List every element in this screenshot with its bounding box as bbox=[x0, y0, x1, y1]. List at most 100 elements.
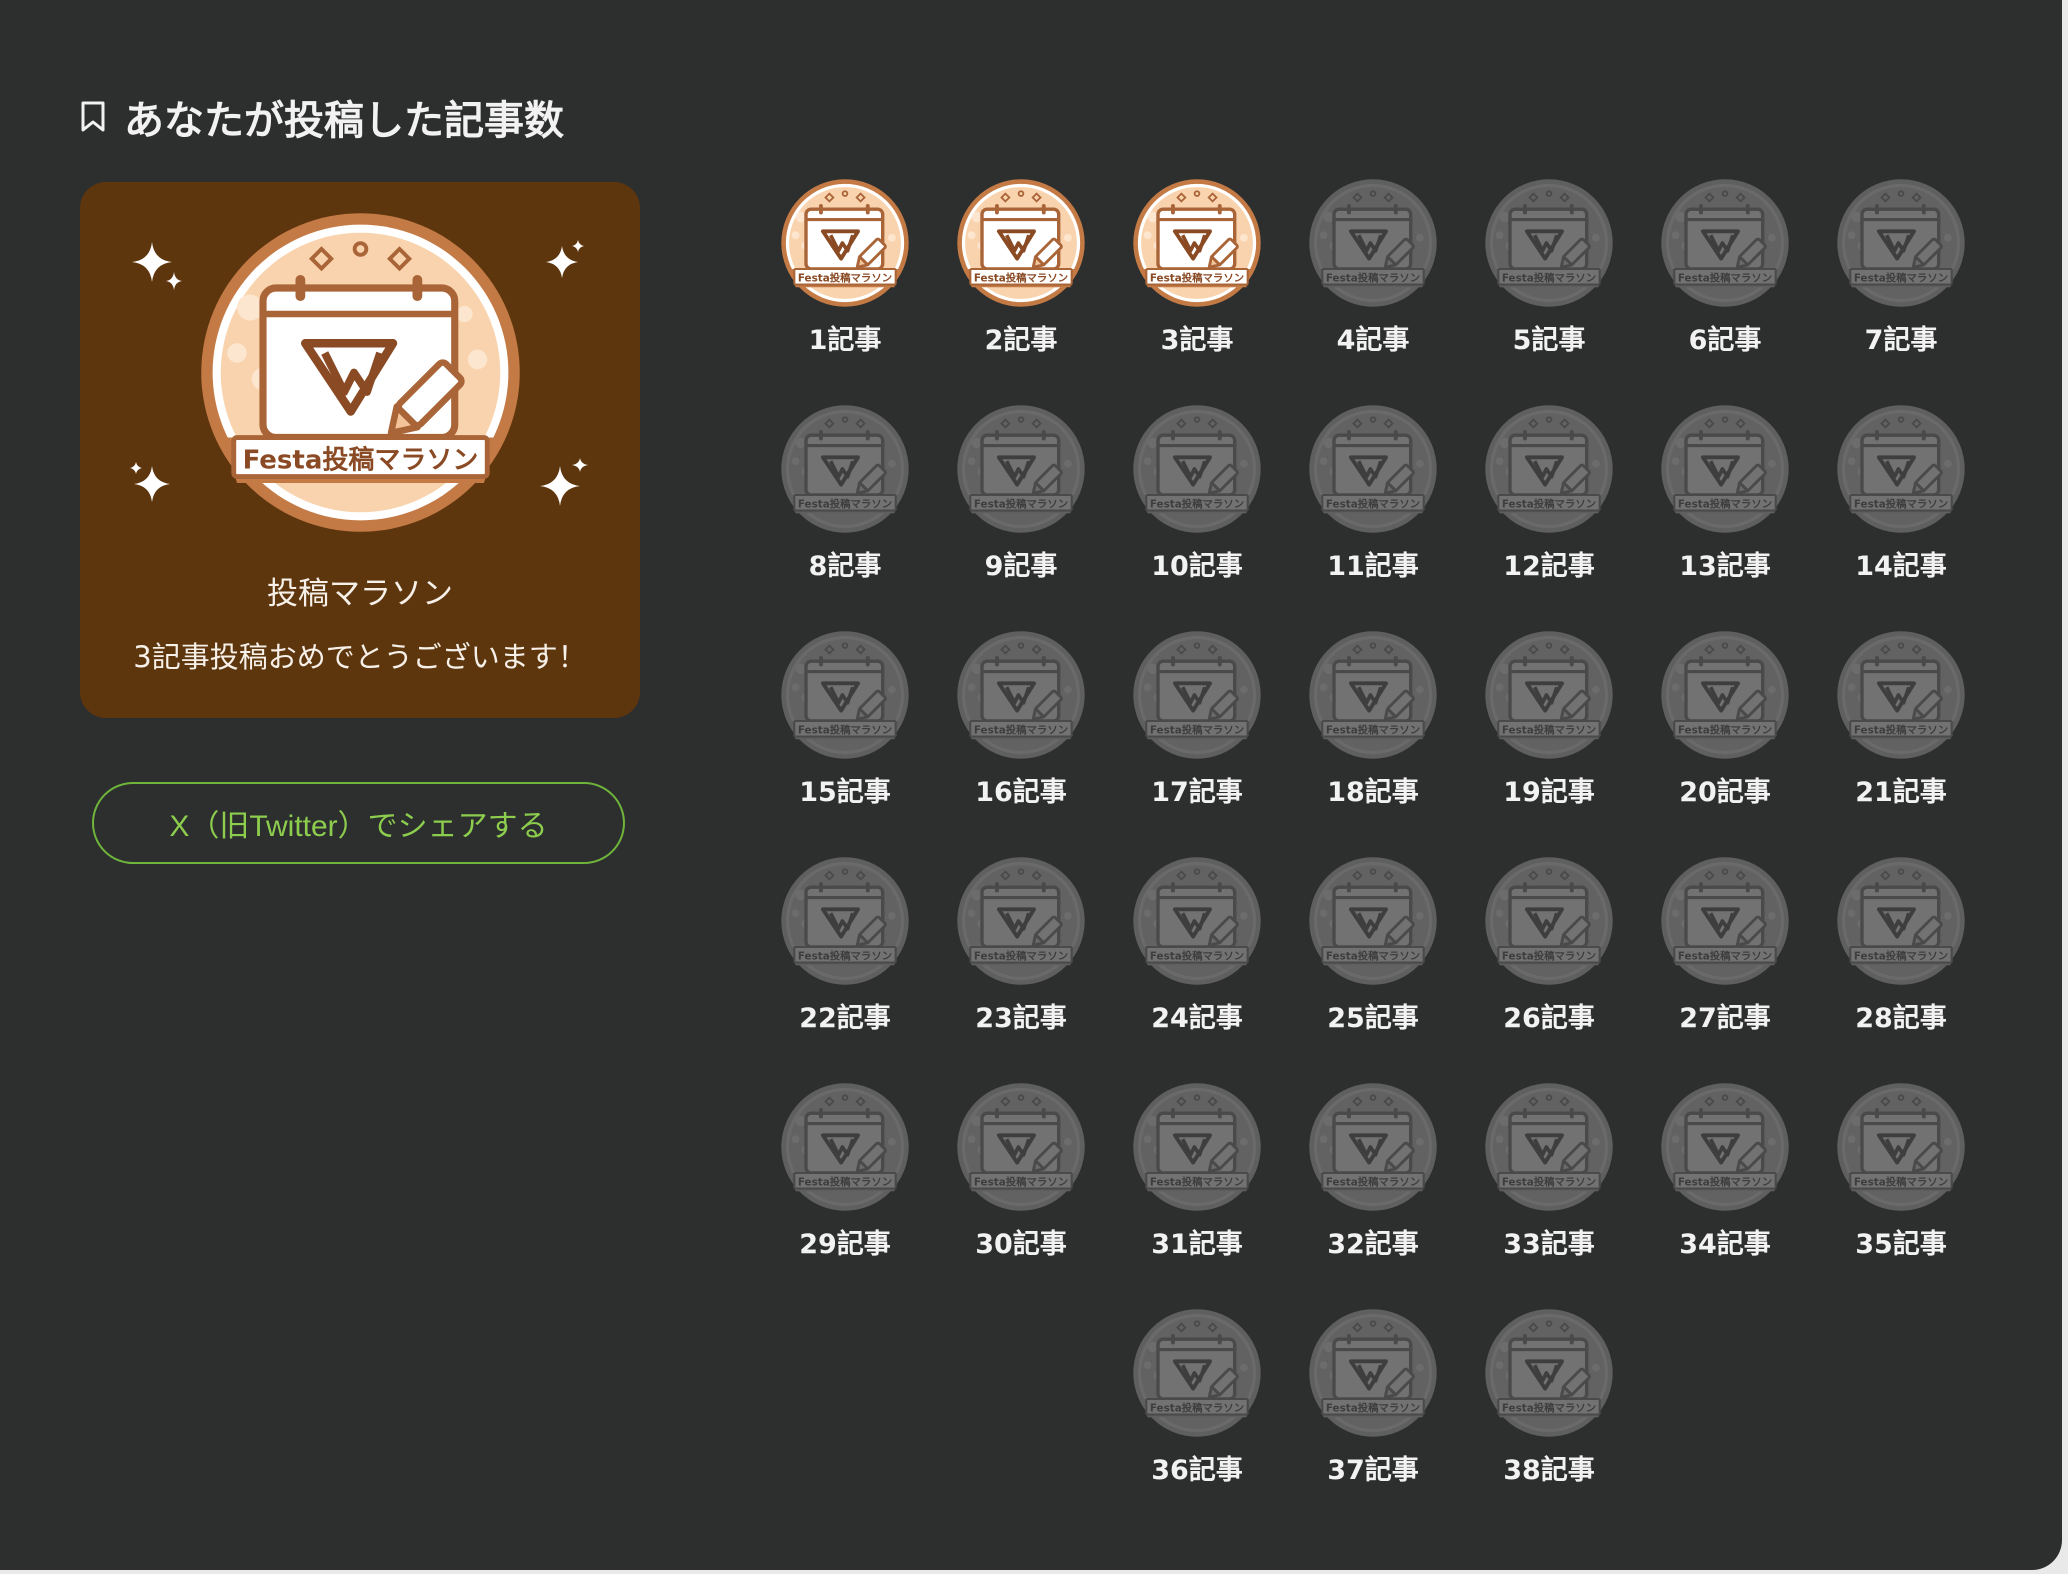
badge-item: Festa投稿マラソン 13記事 bbox=[1620, 404, 1796, 630]
badge-item: Festa投稿マラソン 20記事 bbox=[1620, 630, 1796, 856]
locked-badge-icon: Festa投稿マラソン bbox=[1837, 631, 1965, 759]
locked-badge-icon: Festa投稿マラソン bbox=[1309, 1309, 1437, 1437]
badge-item: Festa投稿マラソン 2記事 bbox=[916, 178, 1092, 404]
badge-label: 7記事 bbox=[1864, 325, 1938, 356]
badge-item: Festa投稿マラソン 15記事 bbox=[740, 630, 916, 856]
badge-item: Festa投稿マラソン 36記事 bbox=[1092, 1308, 1268, 1534]
svg-text:Festa投稿マラソン: Festa投稿マラソン bbox=[798, 949, 892, 962]
svg-text:Festa投稿マラソン: Festa投稿マラソン bbox=[974, 949, 1068, 962]
marathon-badge-icon: Festa投稿マラソン bbox=[781, 179, 909, 307]
badge-item: Festa投稿マラソン 14記事 bbox=[1796, 404, 1972, 630]
sparkle-icon bbox=[132, 242, 182, 290]
svg-text:Festa投稿マラソン: Festa投稿マラソン bbox=[1678, 497, 1772, 510]
svg-text:Festa投稿マラソン: Festa投稿マラソン bbox=[798, 497, 892, 510]
svg-text:Festa投稿マラソン: Festa投稿マラソン bbox=[1326, 949, 1420, 962]
badge-item: Festa投稿マラソン 7記事 bbox=[1796, 178, 1972, 404]
badge-grid: Festa投稿マラソン 1記事 Festa投稿マラソン 2記事 Festa投稿マ… bbox=[740, 178, 2068, 1534]
badge-label: 38記事 bbox=[1503, 1455, 1595, 1486]
locked-badge-icon: Festa投稿マラソン bbox=[781, 1083, 909, 1211]
badge-item: Festa投稿マラソン 23記事 bbox=[916, 856, 1092, 1082]
locked-badge-icon: Festa投稿マラソン bbox=[1133, 631, 1261, 759]
badge-item: Festa投稿マラソン 27記事 bbox=[1620, 856, 1796, 1082]
locked-badge-icon: Festa投稿マラソン bbox=[1485, 405, 1613, 533]
badge-label: 14記事 bbox=[1855, 551, 1947, 582]
svg-text:Festa投稿マラソン: Festa投稿マラソン bbox=[1854, 271, 1948, 284]
svg-text:Festa投稿マラソン: Festa投稿マラソン bbox=[1326, 1175, 1420, 1188]
badge-item: Festa投稿マラソン 18記事 bbox=[1268, 630, 1444, 856]
badge-item: Festa投稿マラソン 28記事 bbox=[1796, 856, 1972, 1082]
locked-badge-icon: Festa投稿マラソン bbox=[1485, 1309, 1613, 1437]
locked-badge-icon: Festa投稿マラソン bbox=[957, 1083, 1085, 1211]
svg-text:Festa投稿マラソン: Festa投稿マラソン bbox=[1326, 497, 1420, 510]
badge-item: Festa投稿マラソン 32記事 bbox=[1268, 1082, 1444, 1308]
locked-badge-icon: Festa投稿マラソン bbox=[1133, 1083, 1261, 1211]
locked-badge-icon: Festa投稿マラソン bbox=[1661, 179, 1789, 307]
locked-badge-icon: Festa投稿マラソン bbox=[1661, 857, 1789, 985]
badge-label: 35記事 bbox=[1855, 1229, 1947, 1260]
badge-item: Festa投稿マラソン 22記事 bbox=[740, 856, 916, 1082]
svg-text:Festa投稿マラソン: Festa投稿マラソン bbox=[1678, 1175, 1772, 1188]
locked-badge-icon: Festa投稿マラソン bbox=[1133, 857, 1261, 985]
section-title: あなたが投稿した記事数 bbox=[80, 92, 564, 144]
badge-item: Festa投稿マラソン 30記事 bbox=[916, 1082, 1092, 1308]
svg-text:Festa投稿マラソン: Festa投稿マラソン bbox=[1678, 723, 1772, 736]
svg-text:Festa投稿マラソン: Festa投稿マラソン bbox=[1854, 723, 1948, 736]
svg-text:Festa投稿マラソン: Festa投稿マラソン bbox=[1150, 271, 1244, 284]
badge-item: Festa投稿マラソン 25記事 bbox=[1268, 856, 1444, 1082]
badge-label: 28記事 bbox=[1855, 1003, 1947, 1034]
badge-item: Festa投稿マラソン 34記事 bbox=[1620, 1082, 1796, 1308]
svg-text:Festa投稿マラソン: Festa投稿マラソン bbox=[974, 497, 1068, 510]
svg-text:Festa投稿マラソン: Festa投稿マラソン bbox=[1678, 949, 1772, 962]
sparkle-icon bbox=[540, 458, 588, 506]
locked-badge-icon: Festa投稿マラソン bbox=[957, 857, 1085, 985]
locked-badge-icon: Festa投稿マラソン bbox=[1309, 1083, 1437, 1211]
locked-badge-icon: Festa投稿マラソン bbox=[1661, 405, 1789, 533]
badge-item: Festa投稿マラソン 38記事 bbox=[1444, 1308, 1620, 1534]
svg-text:Festa投稿マラソン: Festa投稿マラソン bbox=[1854, 1175, 1948, 1188]
locked-badge-icon: Festa投稿マラソン bbox=[781, 405, 909, 533]
locked-badge-icon: Festa投稿マラソン bbox=[1309, 405, 1437, 533]
locked-badge-icon: Festa投稿マラソン bbox=[1837, 857, 1965, 985]
svg-text:Festa投稿マラソン: Festa投稿マラソン bbox=[1678, 271, 1772, 284]
svg-text:Festa投稿マラソン: Festa投稿マラソン bbox=[1502, 271, 1596, 284]
locked-badge-icon: Festa投稿マラソン bbox=[781, 631, 909, 759]
svg-text:Festa投稿マラソン: Festa投稿マラソン bbox=[798, 1175, 892, 1188]
svg-text:Festa投稿マラソン: Festa投稿マラソン bbox=[974, 1175, 1068, 1188]
locked-badge-icon: Festa投稿マラソン bbox=[1485, 179, 1613, 307]
svg-text:Festa投稿マラソン: Festa投稿マラソン bbox=[1150, 949, 1244, 962]
svg-text:Festa投稿マラソン: Festa投稿マラソン bbox=[974, 723, 1068, 736]
badge-item: Festa投稿マラソン 4記事 bbox=[1268, 178, 1444, 404]
svg-text:Festa投稿マラソン: Festa投稿マラソン bbox=[1326, 723, 1420, 736]
svg-text:Festa投稿マラソン: Festa投稿マラソン bbox=[1502, 949, 1596, 962]
svg-text:Festa投稿マラソン: Festa投稿マラソン bbox=[1854, 949, 1948, 962]
svg-text:Festa投稿マラソン: Festa投稿マラソン bbox=[1326, 1401, 1420, 1414]
badge-item: Festa投稿マラソン 6記事 bbox=[1620, 178, 1796, 404]
locked-badge-icon: Festa投稿マラソン bbox=[1309, 857, 1437, 985]
sparkle-icon bbox=[546, 240, 584, 278]
badge-item: Festa投稿マラソン 29記事 bbox=[740, 1082, 916, 1308]
svg-text:Festa投稿マラソン: Festa投稿マラソン bbox=[1150, 723, 1244, 736]
badge-item: Festa投稿マラソン 9記事 bbox=[916, 404, 1092, 630]
badge-item: Festa投稿マラソン 26記事 bbox=[1444, 856, 1620, 1082]
featured-badge-message: 3記事投稿おめでとうございます！ bbox=[133, 640, 587, 674]
badge-item: Festa投稿マラソン 21記事 bbox=[1796, 630, 1972, 856]
locked-badge-icon: Festa投稿マラソン bbox=[1485, 857, 1613, 985]
badge-item: Festa投稿マラソン 12記事 bbox=[1444, 404, 1620, 630]
locked-badge-icon: Festa投稿マラソン bbox=[1837, 405, 1965, 533]
badge-item: Festa投稿マラソン 10記事 bbox=[1092, 404, 1268, 630]
badge-item: Festa投稿マラソン 5記事 bbox=[1444, 178, 1620, 404]
share-x-button[interactable]: X（旧Twitter）でシェアする bbox=[92, 782, 625, 864]
sparkle-icon bbox=[130, 462, 170, 502]
locked-badge-icon: Festa投稿マラソン bbox=[1133, 405, 1261, 533]
badge-label: 21記事 bbox=[1855, 777, 1947, 808]
badge-item: Festa投稿マラソン 11記事 bbox=[1268, 404, 1444, 630]
locked-badge-icon: Festa投稿マラソン bbox=[957, 631, 1085, 759]
featured-badge-name: 投稿マラソン bbox=[267, 576, 453, 612]
svg-text:Festa投稿マラソン: Festa投稿マラソン bbox=[1150, 1401, 1244, 1414]
locked-badge-icon: Festa投稿マラソン bbox=[1133, 1309, 1261, 1437]
locked-badge-icon: Festa投稿マラソン bbox=[1309, 179, 1437, 307]
badge-item: Festa投稿マラソン 37記事 bbox=[1268, 1308, 1444, 1534]
badge-item: Festa投稿マラソン 35記事 bbox=[1796, 1082, 1972, 1308]
svg-text:Festa投稿マラソン: Festa投稿マラソン bbox=[1502, 1175, 1596, 1188]
svg-text:Festa投稿マラソン: Festa投稿マラソン bbox=[1150, 1175, 1244, 1188]
